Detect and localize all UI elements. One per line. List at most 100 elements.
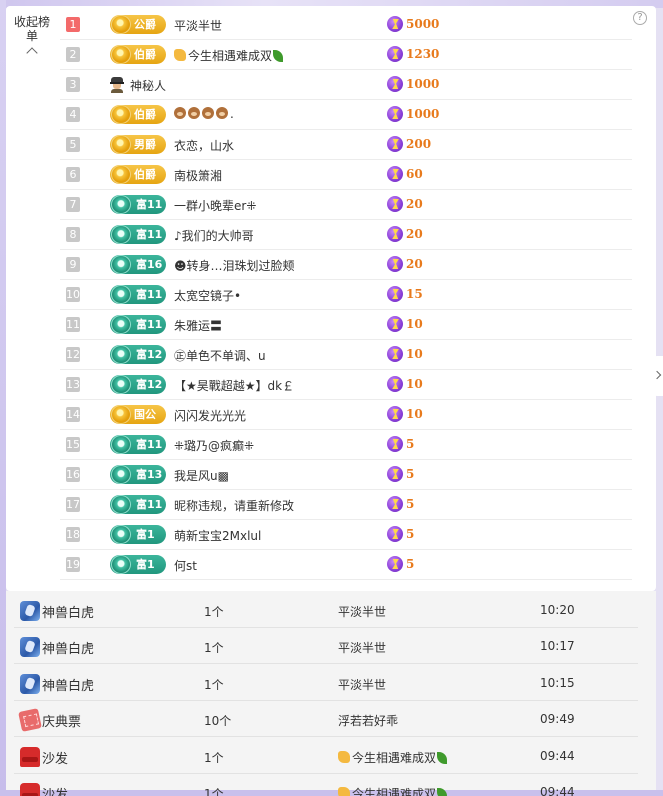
gift-time: 10:20: [540, 603, 575, 617]
level-badge: 富11: [110, 435, 166, 454]
badge-label: 富1: [136, 558, 155, 571]
gift-name: 沙发: [42, 751, 69, 767]
user-name[interactable]: 【★昊戰超越★】dk￡: [174, 377, 294, 394]
gift-time: 10:15: [540, 675, 575, 690]
ranking-row[interactable]: 5 男爵 衣恋，山水 200: [60, 130, 632, 160]
ranking-row[interactable]: 16 富13 我是风u▩ 5: [60, 460, 632, 490]
ranking-row[interactable]: 3 神秘人 1000: [60, 70, 632, 100]
badge-label: 国公: [134, 408, 156, 421]
ranking-row[interactable]: 7 富11 一群小晚辈er⁜ 20: [60, 190, 632, 220]
score: 1000: [387, 106, 439, 122]
badge-label: 富12: [136, 348, 163, 361]
ranking-row[interactable]: 2 伯爵 今生相遇难成双 1230: [60, 40, 632, 70]
gift-sender[interactable]: 今生相遇难成双: [338, 749, 448, 766]
lightning-icon: [387, 286, 403, 302]
score: 20: [387, 256, 423, 272]
ranking-row[interactable]: 14 国公 闪闪发光光光 10: [60, 400, 632, 430]
bear-emoji-icon: [188, 107, 200, 119]
badge-label: 富11: [136, 498, 163, 511]
expand-side-arrow-icon[interactable]: [653, 356, 663, 396]
user-name-text: 平淡半世: [174, 19, 223, 33]
gift-record-row: 神兽白虎 1个 平淡半世 10:20: [14, 592, 638, 628]
user-name[interactable]: ⁜璐乃@疯癫⁜: [174, 437, 254, 454]
gift-sender[interactable]: 平淡半世: [338, 603, 386, 620]
user-name[interactable]: 何st: [174, 557, 197, 574]
user-name[interactable]: 昵称违规，请重新修改: [174, 497, 294, 514]
help-icon[interactable]: ?: [633, 11, 647, 25]
gift-sender[interactable]: 今生相遇难成双: [338, 785, 448, 796]
collapse-ranking-button[interactable]: 收起榜单: [14, 15, 50, 59]
rank-number: 9: [66, 257, 80, 272]
user-name[interactable]: 今生相遇难成双: [174, 47, 284, 64]
user-name[interactable]: 神秘人: [130, 77, 166, 94]
lightning-icon: [387, 106, 403, 122]
wealth-badge-icon: [111, 195, 131, 214]
user-name[interactable]: 闪闪发光光光: [174, 407, 246, 424]
ranking-row[interactable]: 6 伯爵 南极箫湘 60: [60, 160, 632, 190]
sofa-gift-icon: [20, 746, 40, 767]
score-value: 5: [406, 557, 415, 571]
user-name[interactable]: 萌新宝宝2Mxlul: [174, 527, 261, 544]
score-value: 20: [406, 227, 423, 241]
user-name[interactable]: ♪我们的大帅哥: [174, 227, 254, 244]
score: 20: [387, 196, 423, 212]
level-badge: 伯爵: [110, 45, 166, 64]
user-name[interactable]: ☻转身…泪珠划过脸颊: [174, 257, 295, 274]
wealth-badge-icon: [111, 495, 131, 514]
rank-number: 19: [66, 557, 80, 572]
score: 10: [387, 346, 423, 362]
noble-badge-icon: [111, 15, 131, 34]
ticket-gift-icon: [18, 708, 42, 733]
score-value: 10: [406, 317, 423, 331]
ranking-row[interactable]: 8 富11 ♪我们的大帅哥 20: [60, 220, 632, 250]
score-value: 5: [406, 437, 415, 451]
score: 5: [387, 496, 414, 512]
level-badge: 国公: [110, 405, 166, 424]
user-name[interactable]: 我是风u▩: [174, 467, 229, 484]
score-value: 5: [406, 467, 415, 481]
score-value: 1230: [406, 47, 440, 61]
user-name-text: 太宽空镜子•: [174, 289, 242, 303]
ranking-row[interactable]: 13 富12 【★昊戰超越★】dk￡ 10: [60, 370, 632, 400]
level-badge: 富16: [110, 255, 166, 274]
user-name-text: 神秘人: [130, 79, 167, 93]
user-name[interactable]: 平淡半世: [174, 17, 222, 34]
user-name[interactable]: 一群小晚辈er⁜: [174, 197, 256, 214]
hand-writing-icon: [338, 750, 350, 763]
user-name[interactable]: 太宽空镜子•: [174, 287, 241, 304]
user-name[interactable]: 南极箫湘: [174, 167, 222, 184]
gift-record-row: 沙发 1个 今生相遇难成双 09:44: [14, 738, 638, 774]
score: 5: [387, 556, 414, 572]
user-name[interactable]: ㊣单色不单调、u: [174, 347, 266, 364]
ranking-row[interactable]: 9 富16 ☻转身…泪珠划过脸颊 20: [60, 250, 632, 280]
gift-count: 1个: [204, 750, 224, 765]
ranking-row[interactable]: 10 富11 太宽空镜子• 15: [60, 280, 632, 310]
score-value: 10: [406, 407, 423, 421]
ranking-row[interactable]: 19 富1 何st 5: [60, 550, 632, 580]
tiger-gift-icon: [20, 601, 40, 621]
noble-badge-icon: [111, 135, 131, 154]
lightning-icon: [387, 466, 403, 482]
level-badge: 富11: [110, 225, 166, 244]
score: 1000: [387, 76, 439, 92]
ranking-row[interactable]: 4 伯爵. 1000: [60, 100, 632, 130]
user-name-text: 朱雅运〓: [174, 319, 223, 333]
user-name[interactable]: 衣恋，山水: [174, 137, 234, 154]
lightning-icon: [387, 496, 403, 512]
gift-sender[interactable]: 浮若若好乖: [338, 712, 398, 729]
user-name[interactable]: 朱雅运〓: [174, 317, 222, 334]
gift-name: 神兽白虎: [42, 606, 95, 621]
wealth-badge-icon: [111, 465, 131, 484]
ranking-row[interactable]: 17 富11 昵称违规，请重新修改 5: [60, 490, 632, 520]
user-name[interactable]: .: [174, 107, 234, 121]
ranking-row[interactable]: 15 富11 ⁜璐乃@疯癫⁜ 5: [60, 430, 632, 460]
gift-sender[interactable]: 平淡半世: [338, 639, 386, 656]
level-badge: 富11: [110, 195, 166, 214]
score: 5: [387, 526, 414, 542]
ranking-row[interactable]: 11 富11 朱雅运〓 10: [60, 310, 632, 340]
ranking-row[interactable]: 12 富12 ㊣单色不单调、u 10: [60, 340, 632, 370]
gift-sender[interactable]: 平淡半世: [338, 676, 386, 693]
ranking-row[interactable]: 1 公爵 平淡半世 5000: [60, 10, 632, 40]
gift-count: 1个: [204, 641, 224, 656]
ranking-row[interactable]: 18 富1 萌新宝宝2Mxlul 5: [60, 520, 632, 550]
